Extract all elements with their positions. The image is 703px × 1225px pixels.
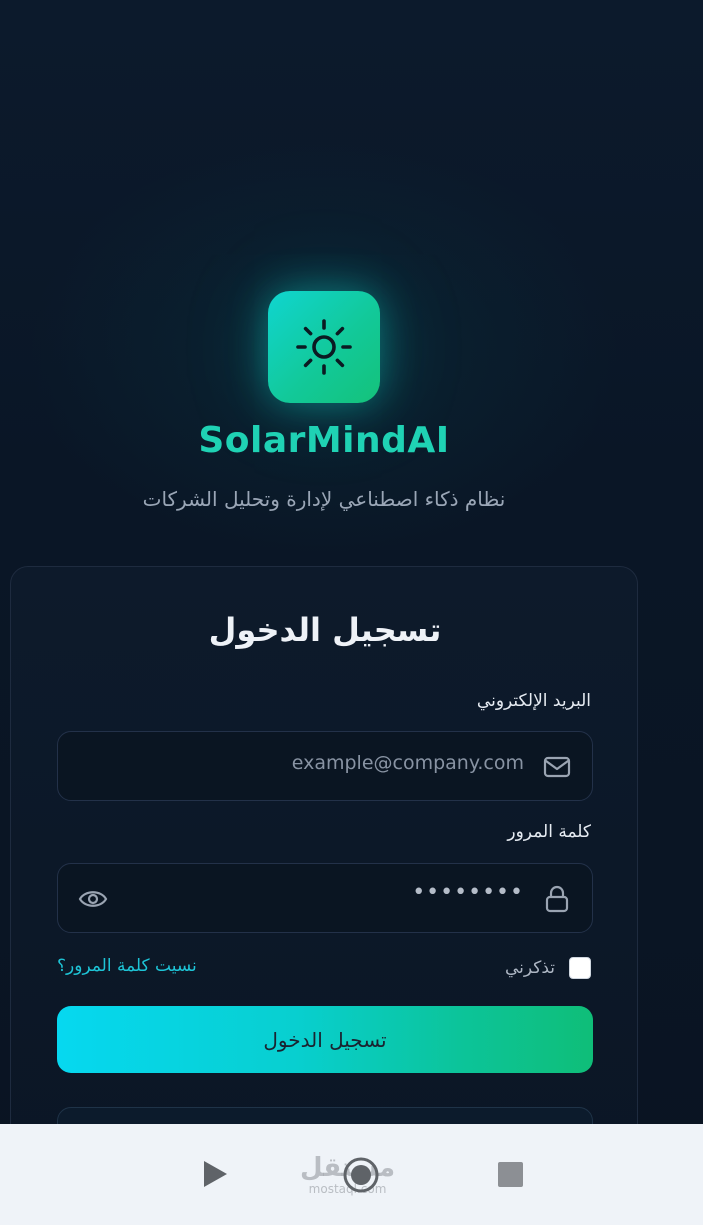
forgot-password-link[interactable]: نسيت كلمة المرور؟ (57, 956, 197, 976)
login-card: تسجيل الدخول البريد الإلكتروني example@c… (10, 566, 638, 1206)
password-value: •••••••• (412, 880, 524, 905)
play-icon[interactable] (202, 1160, 228, 1188)
remember-label: تذكرني (504, 958, 555, 978)
brand-name: SolarMindAI (198, 420, 450, 461)
remember-checkbox[interactable] (569, 957, 591, 979)
login-button[interactable]: تسجيل الدخول (57, 1006, 593, 1073)
lock-icon (545, 885, 569, 913)
login-title: تسجيل الدخول (208, 611, 442, 649)
password-field[interactable]: •••••••• (57, 863, 593, 933)
remember-me[interactable]: تذكرني (505, 957, 591, 979)
app-tagline: نظام ذكاء اصطناعي لإدارة وتحليل الشركات (142, 487, 506, 511)
home-circle-icon[interactable] (342, 1156, 380, 1194)
system-nav-bar: مستقل mostaql.com (0, 1124, 703, 1225)
login-screen: SolarMindAI نظام ذكاء اصطناعي لإدارة وتح… (0, 0, 703, 1225)
sun-icon (296, 319, 352, 375)
password-label: كلمة المرور (507, 822, 591, 842)
email-label: البريد الإلكتروني (476, 691, 591, 711)
email-field[interactable]: example@company.com (57, 731, 593, 801)
eye-icon[interactable] (78, 886, 108, 912)
app-logo (268, 291, 380, 403)
mail-icon (543, 756, 571, 778)
square-icon[interactable] (498, 1162, 523, 1187)
email-placeholder: example@company.com (291, 752, 524, 774)
